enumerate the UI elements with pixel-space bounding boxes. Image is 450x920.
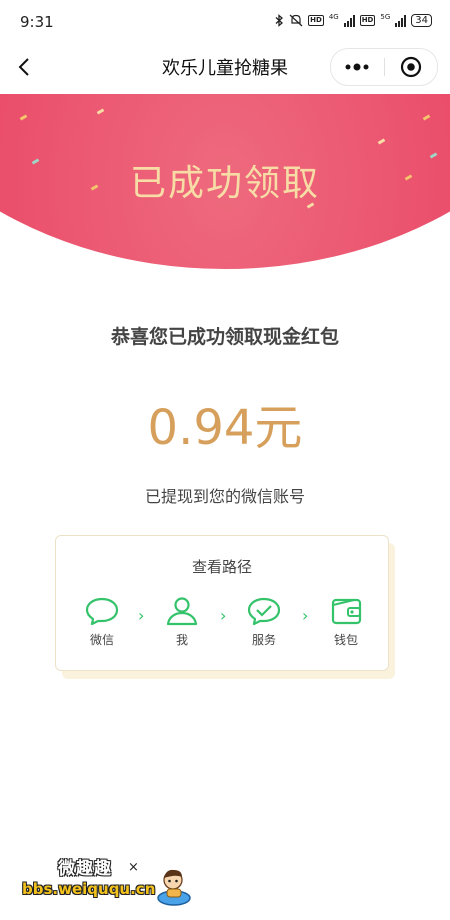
- mute-icon: [289, 14, 303, 27]
- banner-title: 已成功领取: [129, 163, 320, 204]
- view-path-card: 查看路径 微信 › 我 › 服务 › 钱包: [55, 535, 389, 671]
- wallet-icon: [331, 598, 362, 625]
- path-steps: 微信 › 我 › 服务 › 钱包: [74, 596, 369, 656]
- success-banner: 已成功领取: [0, 94, 450, 279]
- withdraw-note: 已提现到您的微信账号: [144, 487, 305, 506]
- status-bar: 9:31 HD 4G HD 5G 34: [0, 0, 450, 40]
- step-label: 服务: [251, 633, 276, 647]
- signal-icon-1: [343, 14, 355, 27]
- watermark-site-name: 微趣趣: [58, 859, 112, 879]
- chevron-right-icon: ›: [138, 606, 145, 625]
- check-bubble-icon: [247, 597, 281, 626]
- battery-icon: 34: [411, 14, 432, 27]
- congrats-text: 恭喜您已成功领取现金红包: [110, 326, 339, 348]
- card-title: 查看路径: [191, 558, 252, 576]
- hd-badge-1: HD: [308, 15, 324, 26]
- chevron-right-icon: ›: [302, 606, 309, 625]
- step-label: 微信: [89, 633, 114, 647]
- signal-icon-2: [395, 14, 407, 27]
- more-dots-icon: [345, 63, 369, 71]
- chat-bubble-icon: [85, 597, 119, 626]
- step-label: 钱包: [333, 633, 358, 647]
- more-button[interactable]: [331, 49, 384, 85]
- network-type-2: 5G: [380, 12, 391, 21]
- status-time: 9:31: [20, 13, 54, 31]
- target-circle-icon: [400, 56, 421, 78]
- bluetooth-icon: [275, 14, 284, 27]
- chevron-right-icon: ›: [220, 606, 227, 625]
- amount-value: 0.94元: [147, 400, 303, 456]
- mascot-icon: [157, 869, 191, 906]
- step-label: 我: [175, 633, 188, 647]
- watermark-mark: ×: [128, 860, 139, 875]
- step-services: 服务: [236, 596, 292, 648]
- person-icon: [166, 597, 198, 626]
- close-button[interactable]: [385, 49, 438, 85]
- nav-bar: 欢乐儿童抢糖果: [0, 40, 450, 94]
- status-icons: HD 4G HD 5G 34: [275, 12, 432, 27]
- step-me: 我: [154, 596, 210, 648]
- step-wechat: 微信: [74, 596, 130, 648]
- hd-badge-2: HD: [359, 15, 376, 26]
- mini-program-capsule: [330, 48, 438, 86]
- chevron-left-icon: [18, 58, 29, 76]
- watermark-url: bbs.weiququ.cn: [22, 880, 156, 898]
- network-type-1: 4G: [328, 12, 339, 21]
- step-wallet: 钱包: [318, 596, 374, 648]
- back-button[interactable]: [10, 52, 40, 82]
